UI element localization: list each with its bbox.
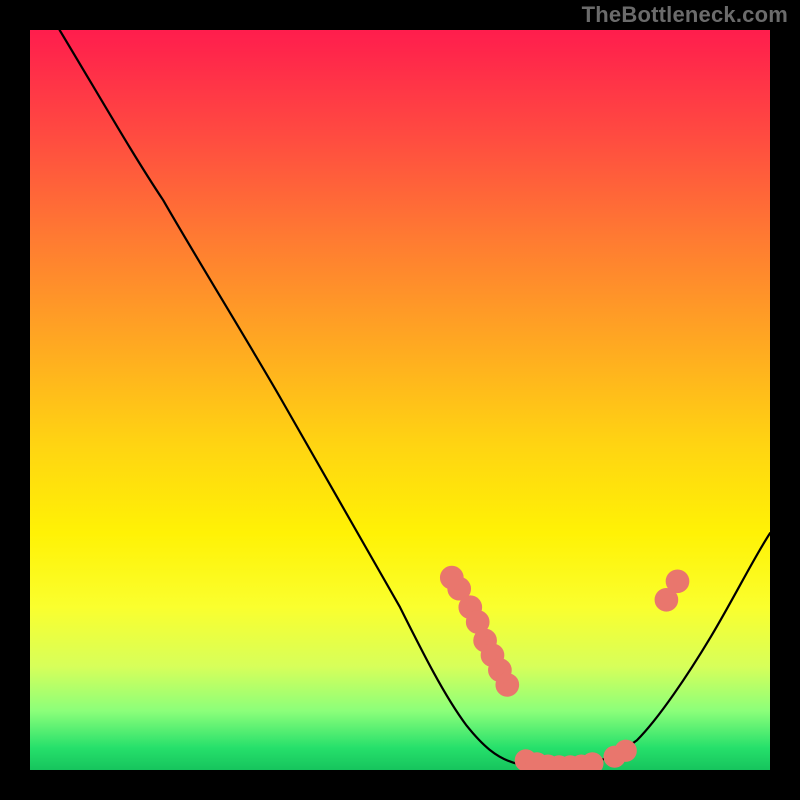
- bottleneck-curve: [60, 30, 770, 768]
- marker-dot: [585, 756, 600, 770]
- marker-dot: [451, 581, 467, 597]
- site-attribution: TheBottleneck.com: [582, 2, 788, 28]
- curve-path: [60, 30, 770, 768]
- marker-dot: [499, 677, 515, 693]
- plot-area: [30, 30, 770, 770]
- marker-dot: [470, 614, 486, 630]
- marker-dot: [669, 573, 685, 589]
- chart-container: TheBottleneck.com: [0, 0, 800, 800]
- marker-dot: [618, 743, 633, 758]
- plot-svg: [30, 30, 770, 770]
- marker-dot: [658, 592, 674, 608]
